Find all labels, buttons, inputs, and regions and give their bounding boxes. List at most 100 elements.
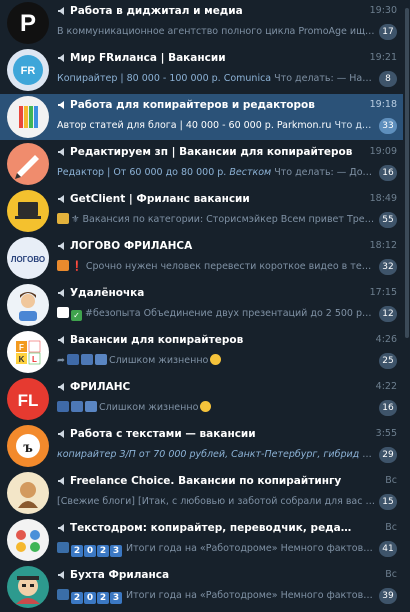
chat-title: Текстодром: копирайтер, переводчик, реда… xyxy=(70,522,357,534)
smile-emoji-icon xyxy=(210,354,222,365)
avatar xyxy=(7,190,49,232)
megaphone-icon xyxy=(58,289,64,297)
avatar xyxy=(7,96,49,138)
check-emoji-icon: ✓ xyxy=(71,310,82,321)
svg-text:F: F xyxy=(19,343,24,352)
chat-preview: ❗ Срочно нужен человек перевести коротко… xyxy=(57,259,375,274)
media-thumbnail xyxy=(57,213,69,224)
chat-preview: [Свежие блоги] [Итак, с любовью и забото… xyxy=(57,496,375,507)
chat-time: Вс xyxy=(385,569,397,580)
avatar: P xyxy=(7,2,49,44)
media-thumbnail xyxy=(57,542,69,553)
chat-title: Работа с текстами — вакансии xyxy=(70,428,256,440)
megaphone-icon xyxy=(58,54,64,62)
chat-time: 19:30 xyxy=(369,5,397,16)
chat-time: Вс xyxy=(385,475,397,486)
media-thumbnail xyxy=(85,401,97,412)
avatar xyxy=(7,519,49,561)
chat-item[interactable]: Бухта Фриланса Вс 2023 Итоги года на «Ра… xyxy=(0,564,403,610)
chat-title: ЛОГОВО ФРИЛАНСА xyxy=(70,240,193,252)
avatar-letter: ЛОГОВО xyxy=(11,255,45,264)
chat-title: Бухта Фриланса xyxy=(70,569,170,581)
media-thumbnail xyxy=(71,401,83,412)
chat-item[interactable]: ЛОГОВО ЛОГОВО ФРИЛАНСА 18:12 ❗ Срочно ну… xyxy=(0,235,403,281)
chat-preview: ✓ #безопыта Объединение двух презентаций … xyxy=(57,306,375,321)
chat-time: 4:26 xyxy=(375,334,397,345)
media-thumbnail xyxy=(80,354,93,365)
megaphone-icon xyxy=(58,101,64,109)
preview-sender: копирайтер З/П от 70 000 рублей, Санкт-П… xyxy=(57,449,360,460)
svg-text:L: L xyxy=(32,355,37,364)
chat-preview: 2023 Итоги года на «Работодроме» Немного… xyxy=(57,541,375,557)
chat-preview: 2023 Итоги года на «Работодроме» Немного… xyxy=(57,588,375,604)
megaphone-icon xyxy=(58,195,64,203)
avatar xyxy=(7,284,49,326)
chat-title: Мир FRиланса | Вакансии xyxy=(70,52,226,64)
avatar: ъ xyxy=(7,425,49,467)
chat-preview: Слишком жизненно xyxy=(57,400,375,415)
avatar: ЛОГОВО xyxy=(7,237,49,279)
chat-title: Вакансии для копирайтеров xyxy=(70,334,244,346)
digit-tile: 0 xyxy=(84,592,96,604)
unread-badge: 17 xyxy=(379,24,397,40)
chat-time: 4:22 xyxy=(375,381,397,392)
media-thumbnail xyxy=(66,354,79,365)
digit-tile: 0 xyxy=(84,545,96,557)
unread-badge: 32 xyxy=(379,259,397,275)
chat-item[interactable]: FR Мир FRиланса | Вакансии 19:21 Копирай… xyxy=(0,47,403,93)
unread-badge: 8 xyxy=(379,71,397,87)
media-thumbnail xyxy=(57,260,69,271)
chat-item[interactable]: Редактируем зп | Вакансии для копирайтер… xyxy=(0,141,403,187)
chat-item[interactable]: GetClient | Фриланс вакансии 18:49 ⚜ Вак… xyxy=(0,188,403,234)
avatar: FLK xyxy=(7,331,49,373)
megaphone-icon xyxy=(58,571,64,579)
avatar-letter: ъ xyxy=(23,439,32,456)
chat-item-active[interactable]: Работа для копирайтеров и редакторов 19:… xyxy=(0,94,403,140)
chat-item[interactable]: Freelance Choice. Вакансии по копирайтин… xyxy=(0,470,403,516)
avatar xyxy=(7,566,49,608)
chat-time: 18:12 xyxy=(369,240,397,251)
megaphone-icon xyxy=(58,477,64,485)
chat-preview: В коммуникационное агентство полного цик… xyxy=(57,26,375,37)
megaphone-icon xyxy=(58,242,64,250)
unread-badge: 12 xyxy=(379,306,397,322)
chat-item[interactable]: P Работа в диджитал и медиа 19:30 В комм… xyxy=(0,0,403,46)
chat-time: 19:21 xyxy=(369,52,397,63)
chat-title: ФРИЛАНС xyxy=(70,381,131,393)
unread-badge: 29 xyxy=(379,447,397,463)
chat-item[interactable]: FLK Вакансии для копирайтеров 4:26 ➦ Слиш… xyxy=(0,329,403,375)
unread-badge: 33 xyxy=(379,118,397,134)
avatar: FL xyxy=(7,378,49,420)
preview-sender: Редактор | От 60 000 до 80 000 р. xyxy=(57,167,227,178)
unread-badge: 55 xyxy=(379,212,397,228)
chat-time: Вс xyxy=(385,522,397,533)
chat-title: GetClient | Фриланс вакансии xyxy=(70,193,250,205)
chat-preview: Автор статей для блога | 40 000 - 60 000… xyxy=(57,120,375,131)
chat-title: Редактируем зп | Вакансии для копирайтер… xyxy=(70,146,353,158)
megaphone-icon xyxy=(58,336,64,344)
chat-title: Работа в диджитал и медиа xyxy=(70,5,243,17)
chat-preview: копирайтер З/П от 70 000 рублей, Санкт-П… xyxy=(57,449,375,460)
chat-title: Работа для копирайтеров и редакторов xyxy=(70,99,315,111)
svg-text:K: K xyxy=(19,355,25,364)
chat-time: 18:49 xyxy=(369,193,397,204)
unread-badge: 41 xyxy=(379,541,397,557)
preview-sender: Автор статей для блога | 40 000 - 60 000… xyxy=(57,120,332,131)
avatar xyxy=(7,472,49,514)
digit-tile: 3 xyxy=(110,545,122,557)
media-thumbnail xyxy=(57,307,69,318)
scrollbar[interactable] xyxy=(403,0,410,612)
digit-tile: 3 xyxy=(110,592,122,604)
megaphone-icon xyxy=(58,148,64,156)
chat-list: P Работа в диджитал и медиа 19:30 В комм… xyxy=(0,0,403,612)
digit-tile: 2 xyxy=(71,592,83,604)
megaphone-icon xyxy=(58,430,64,438)
avatar: FR xyxy=(7,49,49,91)
scrollbar-thumb[interactable] xyxy=(405,8,409,338)
chat-item[interactable]: Удалёночка 17:15 ✓ #безопыта Объединение … xyxy=(0,282,403,328)
chat-item[interactable]: ъ Работа с текстами — вакансии 3:55 копи… xyxy=(0,423,403,469)
chat-preview: ➦ Слишком жизненно xyxy=(57,353,375,368)
chat-item[interactable]: FL ФРИЛАНС 4:22 Слишком жизненно 16 xyxy=(0,376,403,422)
chat-item[interactable]: Текстодром: копирайтер, переводчик, реда… xyxy=(0,517,403,563)
avatar-letter: FL xyxy=(18,391,39,410)
